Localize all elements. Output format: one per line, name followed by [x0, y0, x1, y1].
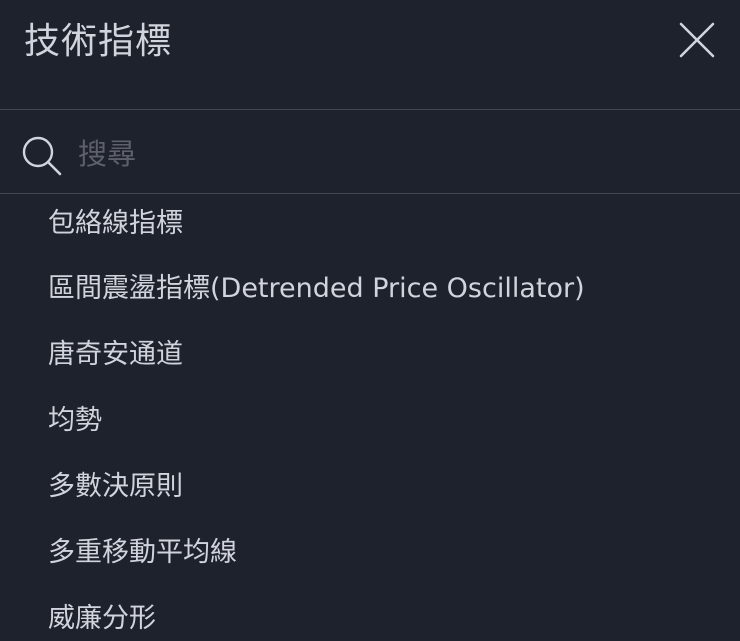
list-item[interactable]: 多數決原則	[0, 454, 740, 520]
list-item-label: 多數決原則	[48, 471, 183, 502]
list-item[interactable]: 唐奇安通道	[0, 322, 740, 388]
indicators-dialog: 技術指標 包絡線指標 區間震盪指標(Detrended Price Oscill…	[0, 0, 740, 641]
indicator-list: 包絡線指標 區間震盪指標(Detrended Price Oscillator)…	[0, 194, 740, 641]
list-item-label: 均勢	[48, 405, 102, 436]
list-item[interactable]: 區間震盪指標(Detrended Price Oscillator)	[0, 256, 740, 322]
list-item-label: 多重移動平均線	[48, 537, 237, 568]
search-input[interactable]	[78, 128, 698, 180]
list-item[interactable]: 包絡線指標	[0, 194, 740, 257]
list-item[interactable]: 威廉分形	[0, 586, 740, 641]
list-item-label: 包絡線指標	[48, 208, 183, 239]
dialog-header: 技術指標	[0, 0, 740, 110]
list-item[interactable]: 多重移動平均線	[0, 520, 740, 586]
list-item-label: 威廉分形	[48, 603, 156, 634]
list-item-label: 區間震盪指標(Detrended Price Oscillator)	[48, 273, 585, 304]
close-button[interactable]	[676, 19, 718, 61]
dialog-title: 技術指標	[24, 21, 173, 62]
list-item-label: 唐奇安通道	[48, 339, 183, 370]
close-icon	[676, 19, 718, 61]
list-item[interactable]: 均勢	[0, 388, 740, 454]
search-icon	[20, 134, 64, 178]
